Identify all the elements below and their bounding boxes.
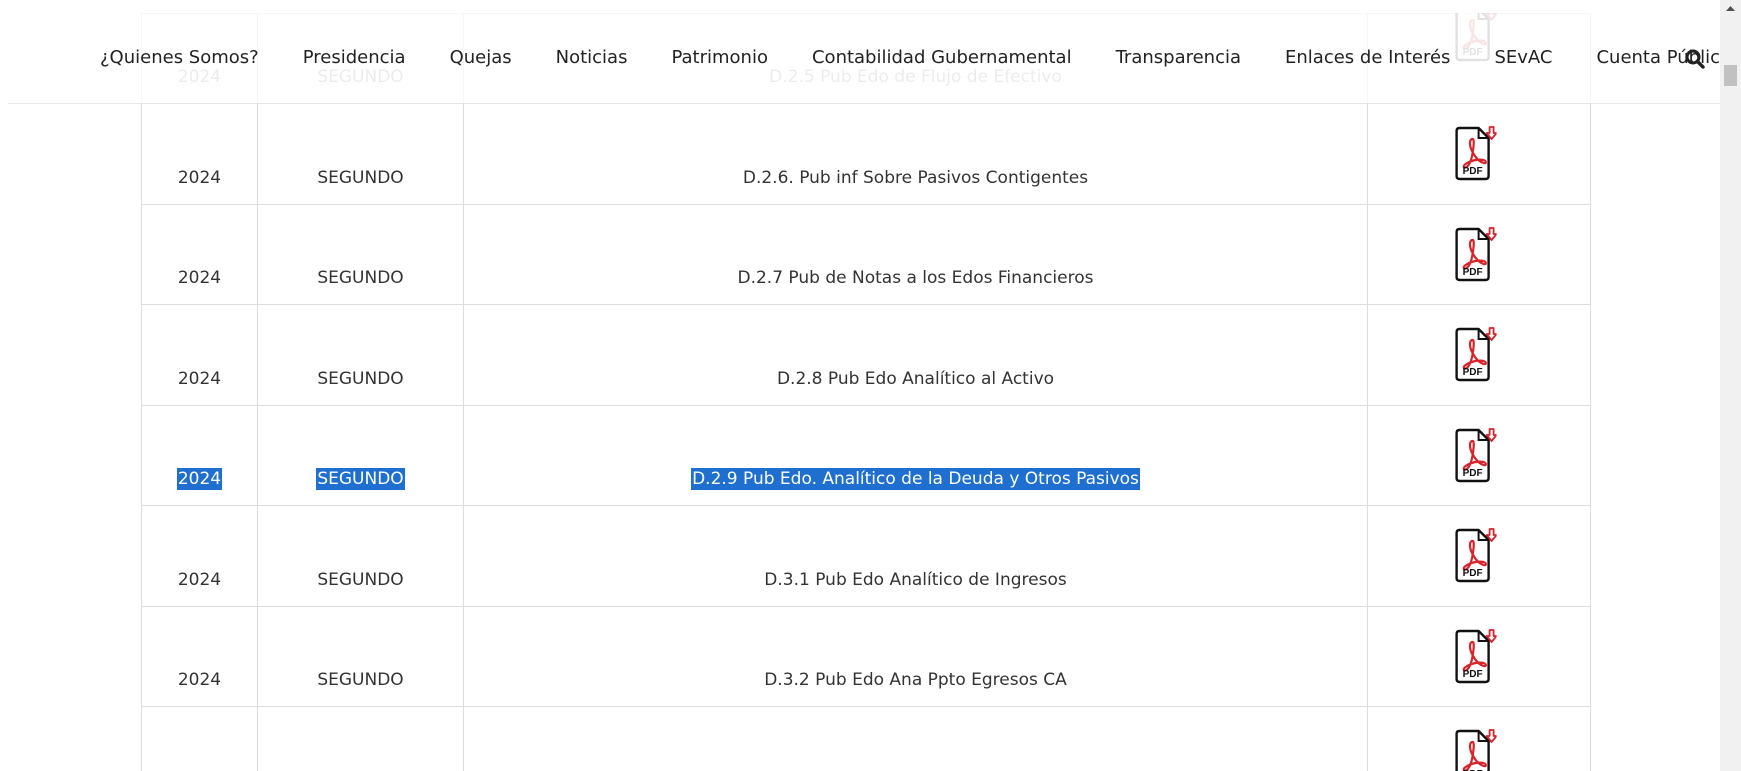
nav-item-presidencia[interactable]: Presidencia — [303, 47, 406, 68]
document-cell: D.2.8 Pub Edo Analítico al Activo — [463, 304, 1368, 406]
file-cell: PDF — [1367, 505, 1591, 607]
table-row: 2024 SEGUNDO D.2.9 Pub Edo. Analítico de l… — [141, 404, 1591, 506]
documents-table-body: 2024SEGUNDOD.2.5 Pub Edo de Flujo de Efe… — [141, 7, 1591, 771]
svg-text:PDF: PDF — [1463, 267, 1483, 278]
table-row: 2024 SEGUNDO D.2.8 Pub Edo Analítico al Ac… — [141, 304, 1591, 406]
year-cell: 2024 — [141, 706, 258, 771]
nav-item-quejas[interactable]: Quejas — [450, 47, 512, 68]
period-cell-text: SEGUNDO — [317, 569, 404, 590]
nav-item-sevac[interactable]: SEvAC — [1494, 47, 1552, 68]
pdf-file-icon[interactable]: PDF — [1453, 125, 1497, 181]
year-cell: 2024 — [141, 304, 258, 406]
nav-item-noticias[interactable]: Noticias — [556, 47, 628, 68]
document-cell-text: D.3.1 Pub Edo Analítico de Ingresos — [764, 569, 1067, 590]
pdf-file-icon[interactable]: PDF — [1453, 326, 1497, 382]
file-cell: PDF — [1367, 103, 1591, 205]
page-viewport: 2024SEGUNDOD.2.5 Pub Edo de Flujo de Efe… — [0, 0, 1720, 771]
pdf-file-icon[interactable]: PDF — [1453, 427, 1497, 483]
top-edge — [0, 0, 1741, 13]
year-cell-text: 2024 — [177, 268, 222, 288]
document-cell: D.2.9 Pub Edo. Analítico de la Deuda y O… — [463, 404, 1368, 506]
period-cell-text: SEGUNDO — [316, 468, 405, 490]
svg-text:PDF: PDF — [1463, 468, 1483, 479]
year-cell: 2024 — [141, 103, 258, 205]
pdf-file-icon[interactable]: PDF — [1453, 728, 1497, 771]
pdf-file-icon[interactable]: PDF — [1453, 527, 1497, 583]
period-cell: SEGUNDO — [257, 103, 464, 205]
document-cell-text: D.2.6. Pub inf Sobre Pasivos Contigentes — [742, 167, 1089, 188]
table-row: 2024SEGUNDOD.3.3 Pub Edo Ana Ppto Egreso… — [141, 706, 1591, 771]
year-cell: 2024 — [141, 605, 258, 707]
nav-item-transparencia[interactable]: Transparencia — [1116, 47, 1241, 68]
year-cell-text: 2024 — [176, 468, 223, 490]
period-cell: SEGUNDO — [257, 304, 464, 406]
period-cell: SEGUNDO — [257, 203, 464, 305]
year-cell: 2024 — [141, 404, 258, 506]
svg-text:PDF: PDF — [1463, 166, 1483, 177]
table-row: 2024 SEGUNDO D.2.6. Pub inf Sobre Pasivos … — [141, 103, 1591, 205]
period-cell-text: SEGUNDO — [317, 167, 404, 188]
year-cell-text: 2024 — [177, 368, 222, 389]
period-cell: SEGUNDO — [257, 505, 464, 607]
year-cell-text: 2024 — [177, 167, 222, 188]
document-cell-text: D.3.2 Pub Edo Ana Ppto Egresos CA — [764, 670, 1067, 690]
document-cell: D.3.3 Pub Edo Ana Ppto Egresos CE — [463, 706, 1368, 771]
nav-item-quienes-somos[interactable]: ¿Quienes Somos? — [100, 47, 259, 68]
period-cell-text: SEGUNDO — [317, 268, 404, 288]
nav-item-patrimonio[interactable]: Patrimonio — [671, 47, 768, 68]
page-scrollbar[interactable] — [1720, 0, 1741, 771]
nav-menu: ¿Quienes Somos? Presidencia Quejas Noticias… — [100, 47, 1720, 68]
pdf-file-icon[interactable]: PDF — [1453, 628, 1497, 684]
nav-item-enlaces-de-interés[interactable]: Enlaces de Interés — [1285, 47, 1450, 68]
documents-table-container: 2024SEGUNDOD.2.5 Pub Edo de Flujo de Efe… — [141, 7, 1591, 771]
period-cell-text: SEGUNDO — [317, 670, 404, 690]
file-cell: PDF — [1367, 203, 1591, 305]
period-cell-text: SEGUNDO — [317, 368, 404, 389]
table-row: 2024 SEGUNDO D.3.1 Pub Edo Analítico de In… — [141, 505, 1591, 607]
document-cell: D.2.7 Pub de Notas a los Edos Financiero… — [463, 203, 1368, 305]
document-cell: D.3.1 Pub Edo Analítico de Ingresos — [463, 505, 1368, 607]
period-cell: SEGUNDO — [257, 605, 464, 707]
nav-item-contabilidad-gubernamental[interactable]: Contabilidad Gubernamental — [812, 47, 1072, 68]
pdf-file-icon[interactable]: PDF — [1453, 226, 1497, 282]
document-cell-text: D.2.7 Pub de Notas a los Edos Financiero… — [737, 268, 1094, 288]
table-row: 2024 SEGUNDO D.2.7 Pub de Notas a los Edos… — [141, 203, 1591, 305]
document-cell: D.2.6. Pub inf Sobre Pasivos Contigentes — [463, 103, 1368, 205]
svg-text:PDF: PDF — [1463, 568, 1483, 579]
svg-text:PDF: PDF — [1463, 367, 1483, 378]
period-cell: SEGUNDO — [257, 706, 464, 771]
document-cell-text: D.2.8 Pub Edo Analítico al Activo — [776, 368, 1055, 389]
table-row: 2024 SEGUNDO D.3.2 Pub Edo Ana Ppto Egreso… — [141, 605, 1591, 707]
year-cell: 2024 — [141, 505, 258, 607]
document-cell-text: D.2.9 Pub Edo. Analítico de la Deuda y O… — [691, 468, 1140, 490]
file-cell: PDF — [1367, 404, 1591, 506]
year-cell-text: 2024 — [177, 569, 222, 590]
year-cell-text: 2024 — [177, 670, 222, 690]
file-cell: PDF — [1367, 706, 1591, 771]
period-cell: SEGUNDO — [257, 404, 464, 506]
file-cell: PDF — [1367, 304, 1591, 406]
year-cell: 2024 — [141, 203, 258, 305]
main-navbar: ¿Quienes Somos? Presidencia Quejas Noticias… — [8, 13, 1720, 104]
scroll-up-arrow-icon[interactable] — [1720, 0, 1741, 17]
document-cell: D.3.2 Pub Edo Ana Ppto Egresos CA — [463, 605, 1368, 707]
scrollbar-thumb[interactable] — [1724, 65, 1737, 86]
search-icon[interactable] — [1683, 47, 1707, 71]
svg-text:PDF: PDF — [1463, 669, 1483, 680]
documents-table: 2024SEGUNDOD.2.5 Pub Edo de Flujo de Efe… — [141, 7, 1591, 771]
file-cell: PDF — [1367, 605, 1591, 707]
